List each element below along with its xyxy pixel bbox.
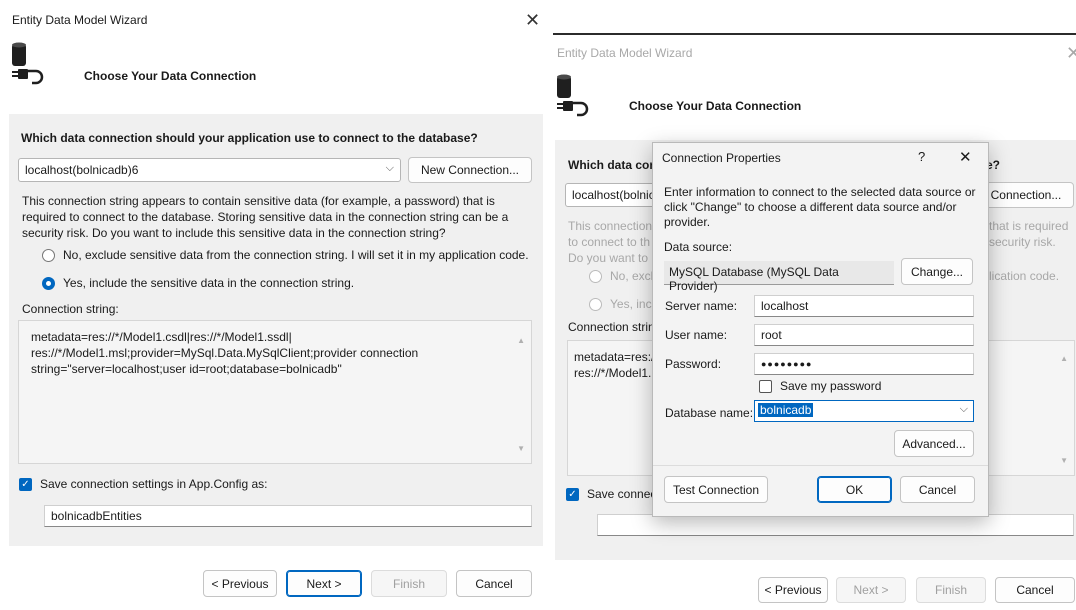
scroll-down-icon[interactable]: ▼ <box>1060 453 1068 469</box>
save-settings-checkbox[interactable]: ✓ <box>566 487 579 501</box>
radio-exclude[interactable] <box>589 269 602 283</box>
user-name-input[interactable]: root <box>754 324 974 346</box>
dialog-cancel-button[interactable]: Cancel <box>900 476 975 503</box>
radio-exclude-tail: lication code. <box>989 269 1060 283</box>
radio-include-option[interactable]: Yes, include the sensitive data in the c… <box>42 276 354 290</box>
scroll-up-icon[interactable]: ▲ <box>517 333 525 349</box>
window-title: Entity Data Model Wizard <box>12 13 148 27</box>
connection-string-box[interactable]: metadata=res://*/Model1.csdl|res://*/Mod… <box>18 320 532 464</box>
data-source-value: MySQL Database (MySQL Data Provider) <box>664 261 894 293</box>
radio-include-option[interactable]: Yes, inclu <box>589 297 661 311</box>
chevron-down-icon: ⌵ <box>959 403 968 415</box>
connection-value: localhost(bolnic <box>572 188 655 202</box>
new-connection-button[interactable]: Connection... <box>978 182 1074 208</box>
ok-button[interactable]: OK <box>817 476 892 503</box>
radio-include[interactable] <box>42 276 55 290</box>
radio-exclude[interactable] <box>42 248 55 262</box>
window-title: Entity Data Model Wizard <box>557 46 693 60</box>
left-wizard-window: Entity Data Model Wizard ✕ Choose Your D… <box>0 0 545 610</box>
finish-button[interactable]: Finish <box>371 570 447 597</box>
connection-string-label: Connection strin <box>568 320 655 334</box>
warning-line: that is required <box>989 219 1069 233</box>
server-name-label: Server name: <box>665 299 738 313</box>
database-name-dropdown[interactable]: bolnicadb ⌵ <box>754 400 974 422</box>
connection-properties-dialog: Connection Properties ? ✕ Enter informat… <box>652 142 989 517</box>
user-name-label: User name: <box>665 328 728 342</box>
dialog-intro: Enter information to connect to the sele… <box>664 185 976 229</box>
entities-name-input[interactable] <box>597 514 1074 536</box>
advanced-button[interactable]: Advanced... <box>894 430 974 457</box>
top-edge-line <box>553 33 1076 35</box>
chevron-down-icon: ⌵ <box>385 162 394 174</box>
new-connection-button[interactable]: New Connection... <box>408 157 532 183</box>
save-settings-option[interactable]: ✓ Save connecti <box>566 487 662 501</box>
database-plug-icon <box>557 74 589 117</box>
warning-line: Do you want to <box>568 251 649 265</box>
close-icon[interactable]: ✕ <box>959 148 972 166</box>
warning-left: This connection to connect to th Do you … <box>568 218 652 266</box>
help-icon[interactable]: ? <box>918 149 925 164</box>
database-name-value: bolnicadb <box>758 403 814 417</box>
save-settings-option[interactable]: ✓ Save connection settings in App.Config… <box>19 477 267 491</box>
header-title: Choose Your Data Connection <box>84 69 257 83</box>
previous-button[interactable]: < Previous <box>203 570 277 597</box>
save-password-label: Save my password <box>780 379 882 393</box>
connection-string-text: metadata=res://*/Model1.csdl|res://*/Mod… <box>31 330 419 376</box>
previous-button[interactable]: < Previous <box>758 577 828 603</box>
radio-include[interactable] <box>589 297 602 311</box>
question-text: Which data connection should your applic… <box>21 131 478 145</box>
next-button[interactable]: Next > <box>286 570 362 597</box>
warning-line: security risk. <box>989 235 1056 249</box>
radio-include-label: Yes, include the sensitive data in the c… <box>63 276 355 290</box>
finish-button[interactable]: Finish <box>916 577 986 603</box>
data-source-label: Data source: <box>664 240 733 254</box>
connection-value: localhost(bolnicadb)6 <box>25 163 139 177</box>
header-title: Choose Your Data Connection <box>629 99 802 113</box>
save-settings-label: Save connection settings in App.Config a… <box>40 477 268 491</box>
password-input[interactable]: ●●●●●●●● <box>754 353 974 375</box>
save-password-checkbox[interactable] <box>759 379 772 393</box>
test-connection-button[interactable]: Test Connection <box>664 476 768 503</box>
save-password-option[interactable]: Save my password <box>759 379 881 393</box>
cancel-button[interactable]: Cancel <box>456 570 532 597</box>
server-name-input[interactable]: localhost <box>754 295 974 317</box>
question-text: Which data con <box>568 158 657 172</box>
password-label: Password: <box>665 357 722 371</box>
scroll-up-icon[interactable]: ▲ <box>1060 351 1068 367</box>
radio-exclude-label: No, exclude sensitive data from the conn… <box>63 248 529 262</box>
connection-string-label: Connection string: <box>22 302 119 316</box>
scroll-down-icon[interactable]: ▼ <box>517 441 525 457</box>
warning-line: to connect to th <box>568 235 651 249</box>
radio-exclude-option[interactable]: No, exclude sensitive data from the conn… <box>42 248 529 262</box>
connection-dropdown[interactable]: localhost(bolnicadb)6 ⌵ <box>18 158 401 182</box>
change-button[interactable]: Change... <box>901 258 973 285</box>
dialog-title: Connection Properties <box>662 151 781 165</box>
warning-line: This connection <box>568 219 653 233</box>
database-name-label: Database name: <box>665 406 754 420</box>
database-plug-icon <box>12 42 44 85</box>
radio-exclude-option[interactable]: No, exclu <box>589 269 660 283</box>
close-icon[interactable]: ✕ <box>525 12 540 30</box>
close-icon[interactable]: ✕ <box>1066 45 1076 63</box>
entities-name-input[interactable]: bolnicadbEntities <box>44 505 532 527</box>
warning-right: that is required security risk. <box>989 218 1068 250</box>
sensitive-data-warning: This connection string appears to contai… <box>22 194 509 240</box>
save-settings-checkbox[interactable]: ✓ <box>19 477 32 491</box>
dialog-footer-divider <box>653 465 988 466</box>
next-button[interactable]: Next > <box>836 577 906 603</box>
cancel-button[interactable]: Cancel <box>995 577 1075 603</box>
